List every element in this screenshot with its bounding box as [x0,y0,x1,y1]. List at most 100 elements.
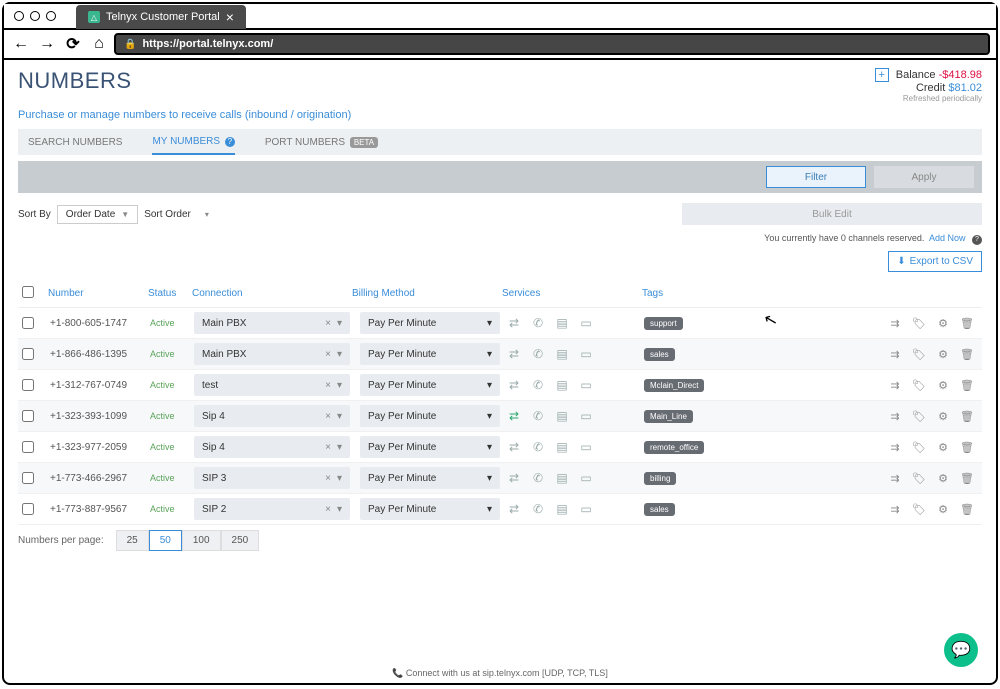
delete-icon[interactable]: 🗑 [960,503,974,516]
row-checkbox[interactable] [22,348,34,360]
billing-select[interactable]: Pay Per Minute ▾ [360,405,500,427]
e911-icon[interactable]: ✆ [530,316,546,330]
chevron-down-icon[interactable]: ▾ [487,318,492,329]
col-status[interactable]: Status [148,288,192,299]
route-icon[interactable]: ⇉ [888,348,902,361]
cnam-icon[interactable]: ⇄ [506,502,522,516]
clear-icon[interactable]: × [325,473,331,484]
reload-button[interactable]: ⟳ [62,33,84,55]
caller-id-icon[interactable]: ▭ [578,316,594,330]
caller-id-icon[interactable]: ▭ [578,471,594,485]
tab-port-numbers[interactable]: PORT NUMBERS BETA [265,131,378,154]
export-csv-button[interactable]: ⬇ Export to CSV [888,251,982,272]
clear-icon[interactable]: × [325,349,331,360]
cnam-icon[interactable]: ⇄ [506,378,522,392]
tag-chip[interactable]: billing [644,472,676,485]
row-checkbox[interactable] [22,317,34,329]
caller-id-icon[interactable]: ▭ [578,440,594,454]
add-channels-link[interactable]: Add Now [929,233,966,243]
route-icon[interactable]: ⇉ [888,503,902,516]
billing-select[interactable]: Pay Per Minute ▾ [360,343,500,365]
delete-icon[interactable]: 🗑 [960,441,974,454]
chevron-down-icon[interactable]: ▾ [487,349,492,360]
messaging-icon[interactable]: ▤ [554,347,570,361]
e911-icon[interactable]: ✆ [530,471,546,485]
chat-button[interactable]: 💬 [944,633,978,667]
route-icon[interactable]: ⇉ [888,317,902,330]
sort-by-dropdown[interactable]: Order Date ▼ [57,205,138,224]
route-icon[interactable]: ⇉ [888,410,902,423]
tag-chip[interactable]: sales [644,503,675,516]
chevron-down-icon[interactable]: ▾ [337,318,342,329]
e911-icon[interactable]: ✆ [530,440,546,454]
chevron-down-icon[interactable]: ▾ [337,473,342,484]
chevron-down-icon[interactable]: ▾ [337,349,342,360]
col-tags[interactable]: Tags [642,288,812,299]
home-button[interactable]: ⌂ [88,33,110,55]
messaging-icon[interactable]: ▤ [554,378,570,392]
route-icon[interactable]: ⇉ [888,441,902,454]
row-checkbox[interactable] [22,379,34,391]
clear-icon[interactable]: × [325,380,331,391]
e911-icon[interactable]: ✆ [530,502,546,516]
pager-option[interactable]: 100 [182,530,221,551]
tag-icon[interactable]: 🏷 [912,472,926,485]
clear-icon[interactable]: × [325,504,331,515]
messaging-icon[interactable]: ▤ [554,409,570,423]
route-icon[interactable]: ⇉ [888,472,902,485]
window-minimize-icon[interactable] [30,11,40,21]
cnam-icon[interactable]: ⇄ [506,409,522,423]
row-checkbox[interactable] [22,441,34,453]
select-all-checkbox[interactable] [22,286,34,298]
col-billing[interactable]: Billing Method [352,288,502,299]
connection-select[interactable]: SIP 2 ×▾ [194,498,350,520]
sort-order-dropdown[interactable]: ▾ [197,207,217,222]
settings-icon[interactable]: ⚙ [936,503,950,516]
chevron-down-icon[interactable]: ▾ [487,473,492,484]
chevron-down-icon[interactable]: ▾ [487,504,492,515]
e911-icon[interactable]: ✆ [530,378,546,392]
tag-icon[interactable]: 🏷 [912,441,926,454]
billing-select[interactable]: Pay Per Minute ▾ [360,498,500,520]
connection-select[interactable]: Sip 4 ×▾ [194,436,350,458]
billing-select[interactable]: Pay Per Minute ▾ [360,436,500,458]
tag-icon[interactable]: 🏷 [912,348,926,361]
cnam-icon[interactable]: ⇄ [506,347,522,361]
settings-icon[interactable]: ⚙ [936,379,950,392]
caller-id-icon[interactable]: ▭ [578,502,594,516]
tag-chip[interactable]: Main_Line [644,410,693,423]
connection-select[interactable]: test ×▾ [194,374,350,396]
settings-icon[interactable]: ⚙ [936,317,950,330]
billing-select[interactable]: Pay Per Minute ▾ [360,312,500,334]
delete-icon[interactable]: 🗑 [960,410,974,423]
col-number[interactable]: Number [48,288,148,299]
clear-icon[interactable]: × [325,411,331,422]
tag-icon[interactable]: 🏷 [912,379,926,392]
add-balance-button[interactable]: + [875,68,889,82]
chevron-down-icon[interactable]: ▾ [487,411,492,422]
delete-icon[interactable]: 🗑 [960,348,974,361]
window-close-icon[interactable] [14,11,24,21]
clear-icon[interactable]: × [325,318,331,329]
billing-select[interactable]: Pay Per Minute ▾ [360,467,500,489]
messaging-icon[interactable]: ▤ [554,316,570,330]
tag-chip[interactable]: Mclain_Direct [644,379,704,392]
clear-icon[interactable]: × [325,442,331,453]
delete-icon[interactable]: 🗑 [960,317,974,330]
tab-my-numbers[interactable]: MY NUMBERS ? [152,130,234,155]
window-maximize-icon[interactable] [46,11,56,21]
tab-search-numbers[interactable]: SEARCH NUMBERS [28,131,122,154]
caller-id-icon[interactable]: ▭ [578,347,594,361]
forward-button[interactable]: → [36,33,58,55]
bulk-edit-button[interactable]: Bulk Edit [682,203,982,225]
pager-option[interactable]: 25 [116,530,149,551]
connection-select[interactable]: Main PBX ×▾ [194,312,350,334]
connection-select[interactable]: SIP 3 ×▾ [194,467,350,489]
chevron-down-icon[interactable]: ▾ [487,442,492,453]
pager-option[interactable]: 250 [221,530,260,551]
row-checkbox[interactable] [22,472,34,484]
col-connection[interactable]: Connection [192,288,352,299]
e911-icon[interactable]: ✆ [530,409,546,423]
chevron-down-icon[interactable]: ▾ [337,442,342,453]
delete-icon[interactable]: 🗑 [960,472,974,485]
